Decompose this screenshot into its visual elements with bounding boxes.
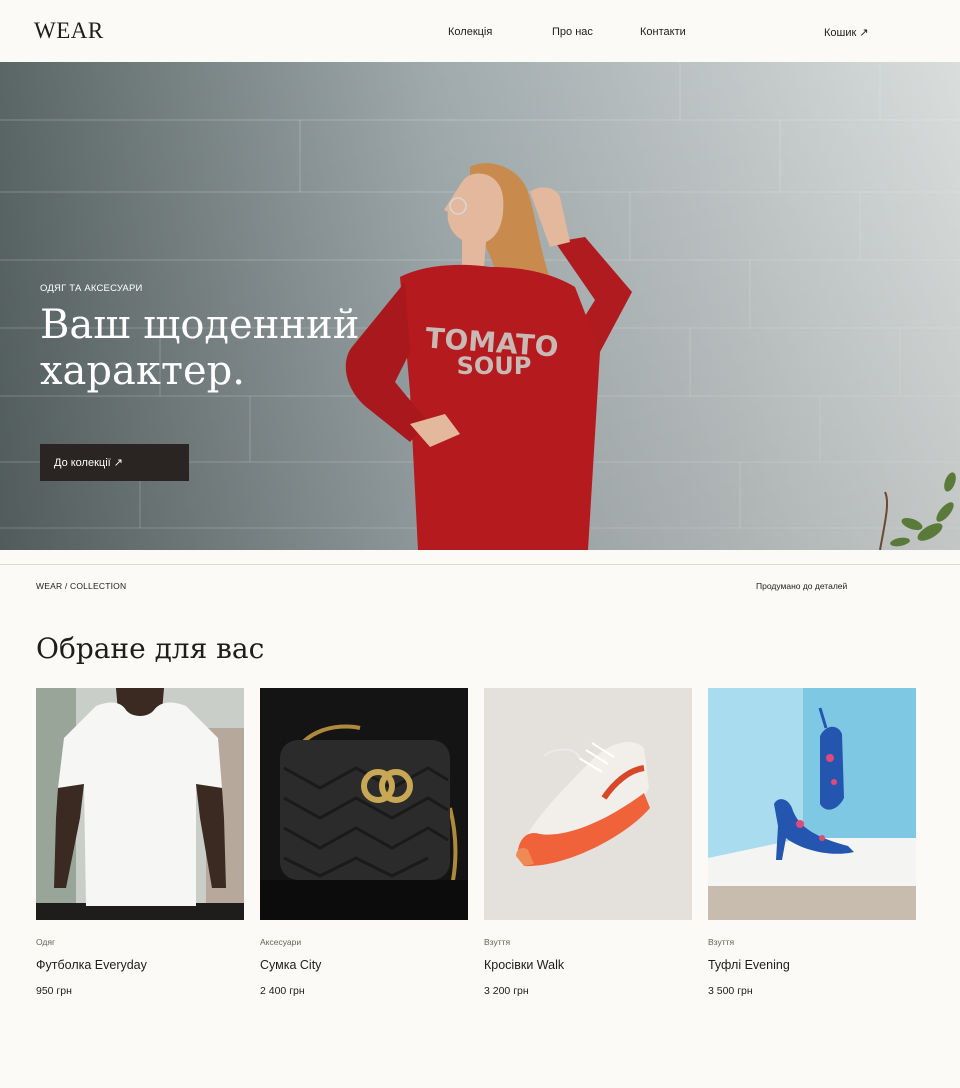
product-card[interactable]: Взуття Туфлі Evening 3 500 грн [708, 688, 916, 1008]
product-price: 950 грн [36, 985, 72, 997]
product-name[interactable]: Кросівки Walk [484, 958, 564, 972]
sneaker-photo[interactable] [484, 688, 692, 920]
nav-contacts-link[interactable]: Контакти [640, 26, 686, 38]
breadcrumb: WEAR / COLLECTION [36, 581, 127, 591]
product-category: Взуття [484, 937, 511, 947]
tshirt-photo[interactable] [36, 688, 244, 920]
product-price: 3 500 грн [708, 985, 753, 997]
product-name[interactable]: Футболка Everyday [36, 958, 147, 972]
hero-eyebrow: ОДЯГ ТА АКСЕСУАРИ [40, 283, 143, 294]
logo[interactable]: WEAR [34, 18, 104, 44]
bag-photo[interactable] [260, 688, 468, 920]
hero-banner: TOMATO SOUP ОДЯГ ТА АКСЕСУАРИ Ваш щоденн… [0, 62, 960, 550]
heels-photo[interactable] [708, 688, 916, 920]
product-category: Взуття [708, 937, 735, 947]
product-price: 2 400 грн [260, 985, 305, 997]
product-card[interactable]: Взуття Кросівки Walk 3 200 грн [484, 688, 692, 1008]
featured-title: Обране для вас [36, 632, 265, 665]
to-collection-button[interactable]: До колекції ↗ [40, 444, 189, 481]
product-name[interactable]: Сумка City [260, 958, 321, 972]
divider [0, 564, 960, 565]
product-card[interactable]: Аксесуари Сумка City 2 400 грн [260, 688, 468, 1008]
nav-cart-link[interactable]: Кошик ↗ [824, 26, 869, 39]
nav-collection-link[interactable]: Колекція [448, 26, 492, 38]
product-card[interactable]: Одяг Футболка Everyday 950 грн [36, 688, 244, 1008]
site-header: WEAR Колекція Про нас Контакти Кошик ↗ [0, 0, 960, 62]
nav-about-link[interactable]: Про нас [552, 26, 593, 38]
shirt-print-line-2: SOUP [457, 352, 532, 380]
tagline: Продумано до деталей [756, 581, 848, 591]
product-price: 3 200 грн [484, 985, 529, 997]
product-category: Одяг [36, 937, 56, 947]
hero-title: Ваш щоденний характер. [40, 302, 360, 394]
product-category: Аксесуари [260, 937, 302, 947]
product-name[interactable]: Туфлі Evening [708, 958, 790, 972]
